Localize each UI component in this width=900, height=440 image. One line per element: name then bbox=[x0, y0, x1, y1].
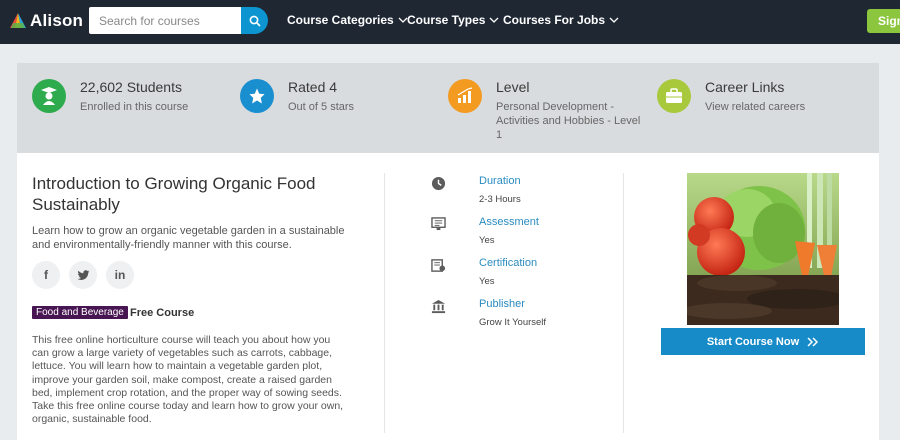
detail-label: Publisher bbox=[479, 298, 525, 310]
certificate-icon bbox=[430, 257, 446, 273]
top-navbar: Alison Course Categories Course Types Co… bbox=[0, 0, 900, 44]
stat-subtitle: View related careers bbox=[705, 101, 806, 113]
detail-label: Duration bbox=[479, 175, 521, 187]
alison-logo-icon bbox=[10, 13, 26, 28]
stat-title: Career Links bbox=[705, 79, 785, 95]
institution-icon bbox=[430, 298, 446, 314]
column-divider bbox=[384, 173, 385, 433]
nav-courses-for-jobs[interactable]: Courses For Jobs bbox=[503, 13, 619, 27]
search-icon bbox=[249, 15, 261, 27]
stat-title: 22,602 Students bbox=[80, 79, 182, 95]
star-icon bbox=[240, 79, 274, 113]
search-input[interactable] bbox=[89, 7, 241, 34]
alison-logo[interactable]: Alison bbox=[9, 11, 83, 31]
linkedin-icon: in bbox=[114, 268, 126, 282]
detail-value: Yes bbox=[479, 276, 495, 287]
stat-title: Rated 4 bbox=[288, 79, 338, 95]
chevron-down-icon bbox=[490, 17, 499, 23]
start-course-label: Start Course Now bbox=[706, 335, 800, 348]
double-chevron-right-icon bbox=[807, 336, 819, 347]
course-image bbox=[687, 173, 839, 325]
nav-label: Course Types bbox=[407, 13, 486, 27]
facebook-icon: f bbox=[44, 268, 48, 282]
course-description: This free online horticulture course wil… bbox=[32, 334, 344, 426]
course-title: Introduction to Growing Organic Food Sus… bbox=[32, 174, 316, 214]
nav-course-categories[interactable]: Course Categories bbox=[287, 13, 408, 27]
category-tag[interactable]: Food and Beverage bbox=[32, 306, 128, 319]
briefcase-icon bbox=[657, 79, 691, 113]
detail-value: Yes bbox=[479, 235, 495, 246]
nav-label: Courses For Jobs bbox=[503, 13, 606, 27]
graduate-icon bbox=[32, 79, 66, 113]
clock-icon bbox=[430, 175, 446, 191]
nav-course-types[interactable]: Course Types bbox=[407, 13, 499, 27]
linkedin-share-button[interactable]: in bbox=[106, 261, 134, 289]
twitter-share-button[interactable] bbox=[69, 261, 97, 289]
start-course-button[interactable]: Start Course Now bbox=[661, 328, 865, 355]
column-divider bbox=[623, 173, 624, 433]
assessment-icon bbox=[430, 216, 446, 232]
course-stats-band: 22,602 Students Enrolled in this course … bbox=[17, 63, 879, 153]
stat-subtitle: Out of 5 stars bbox=[288, 101, 355, 113]
course-card: Introduction to Growing Organic Food Sus… bbox=[17, 153, 879, 440]
detail-value: Grow It Yourself bbox=[479, 317, 547, 328]
twitter-icon bbox=[77, 269, 89, 280]
detail-label: Certification bbox=[479, 257, 538, 269]
search-button[interactable] bbox=[241, 7, 268, 34]
detail-label: Assessment bbox=[479, 216, 539, 228]
detail-value: 2-3 Hours bbox=[479, 194, 521, 205]
logo-text: Alison bbox=[30, 11, 84, 30]
stat-subtitle: Enrolled in this course bbox=[80, 101, 189, 113]
course-summary: Learn how to grow an organic vegetable g… bbox=[32, 225, 345, 251]
facebook-share-button[interactable]: f bbox=[32, 261, 60, 289]
stat-title: Level bbox=[496, 79, 530, 95]
chart-icon bbox=[448, 79, 482, 113]
nav-label: Course Categories bbox=[287, 13, 394, 27]
stat-subtitle: Personal Development - Activities and Ho… bbox=[496, 101, 641, 141]
course-type-label: Free Course bbox=[130, 307, 195, 319]
search-bar bbox=[89, 7, 268, 34]
chevron-down-icon bbox=[609, 17, 619, 23]
signup-button[interactable]: Sign bbox=[867, 9, 900, 33]
